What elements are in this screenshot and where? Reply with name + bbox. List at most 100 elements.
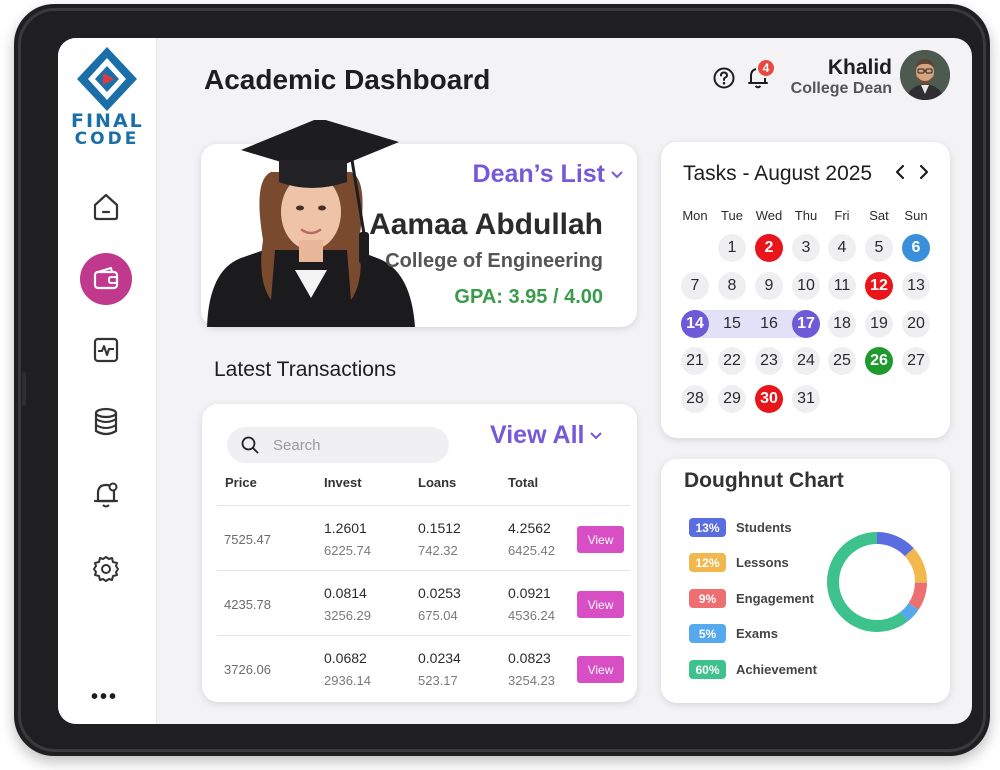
student-gpa: GPA: 3.95 / 4.00 (454, 286, 603, 308)
deans-list-dropdown[interactable]: Dean’s List (473, 160, 623, 189)
view-all-dropdown[interactable]: View All (490, 421, 603, 450)
calendar-day[interactable]: 23 (755, 347, 783, 375)
cell-total: 0.0921 (508, 585, 551, 601)
logo[interactable]: FINAL CODE (71, 46, 143, 148)
chevron-left-icon (895, 164, 905, 180)
calendar-day[interactable]: 27 (902, 347, 930, 375)
calendar-day[interactable]: 8 (718, 272, 746, 300)
calendar-day[interactable]: 1 (718, 234, 746, 262)
table-row: 4235.78 0.0814 3256.29 0.0253 675.04 0.0… (202, 573, 637, 637)
calendar-day[interactable]: 4 (828, 234, 856, 262)
calendar-day[interactable]: 14 (681, 310, 709, 338)
activity-icon (93, 337, 119, 363)
calendar-day[interactable]: 13 (902, 272, 930, 300)
user-role: College Dean (790, 80, 892, 97)
calendar-day[interactable]: 12 (865, 272, 893, 300)
nav-database[interactable] (80, 396, 132, 448)
nav-wallet[interactable] (80, 253, 132, 305)
nav-settings[interactable] (80, 543, 132, 595)
calendar-day[interactable]: 31 (792, 385, 820, 413)
logo-line-1: FINAL (71, 110, 144, 132)
table-divider (217, 635, 630, 636)
calendar-day[interactable]: 7 (681, 272, 709, 300)
cell-loans: 0.0234 (418, 650, 461, 666)
calendar-day[interactable]: 29 (718, 385, 746, 413)
calendar-day[interactable]: 15 (718, 310, 746, 338)
calendar-day[interactable]: 9 (755, 272, 783, 300)
calendar-day[interactable]: 19 (865, 310, 893, 338)
nav-home[interactable] (80, 181, 132, 233)
student-college: College of Engineering (385, 250, 603, 272)
database-icon (94, 407, 118, 436)
help-button[interactable] (713, 67, 735, 94)
nav-activity[interactable] (80, 324, 132, 376)
transactions-title: Latest Transactions (214, 358, 397, 381)
table-divider (217, 570, 630, 571)
logo-icon (77, 47, 137, 111)
calendar-day[interactable]: 20 (902, 310, 930, 338)
doughnut-segment-achievement[interactable] (827, 532, 908, 632)
view-all-label: View All (490, 421, 585, 449)
page-title: Academic Dashboard (204, 64, 491, 95)
calendar-day[interactable]: 6 (902, 234, 930, 262)
cell-loans-sub: 742.32 (418, 543, 458, 558)
view-button[interactable]: View (577, 656, 624, 683)
legend-item: 13% Students (689, 518, 792, 537)
calendar-day[interactable]: 5 (865, 234, 893, 262)
calendar-day[interactable]: 25 (828, 347, 856, 375)
legend-item: 60% Achievement (689, 660, 817, 679)
more-menu-button[interactable]: ••• (91, 686, 118, 709)
avatar-image (900, 50, 950, 100)
calendar-day[interactable]: 18 (828, 310, 856, 338)
cell-loans: 0.1512 (418, 520, 461, 536)
legend-item: 5% Exams (689, 624, 778, 643)
view-button[interactable]: View (577, 591, 624, 618)
cell-total-sub: 4536.24 (508, 608, 555, 623)
cell-total: 4.2562 (508, 520, 551, 536)
student-card: Dean’s List Aamaa Abdullah College of En… (201, 120, 637, 327)
doughnut-card: Doughnut Chart 13% Students 12% Lessons 9% En… (661, 459, 950, 703)
calendar-day[interactable]: 3 (792, 234, 820, 262)
calendar-next-button[interactable] (919, 164, 929, 185)
legend-label: Lessons (736, 555, 789, 570)
legend-percent-badge: 9% (689, 589, 726, 608)
doughnut-segment-engagement[interactable] (908, 582, 927, 610)
calendar-day[interactable]: 21 (681, 347, 709, 375)
table-row: 3726.06 0.0682 2936.14 0.0234 523.17 0.0… (202, 638, 637, 702)
doughnut-segment-exams[interactable] (900, 602, 919, 622)
calendar-day[interactable]: 28 (681, 385, 709, 413)
view-button[interactable]: View (577, 526, 624, 553)
cell-invest: 0.0682 (324, 650, 367, 666)
calendar-day[interactable]: 11 (828, 272, 856, 300)
cell-invest-sub: 2936.14 (324, 673, 371, 688)
cell-price: 7525.47 (224, 532, 271, 547)
table-row: 7525.47 1.2601 6225.74 0.1512 742.32 4.2… (202, 508, 637, 572)
search-input[interactable] (273, 436, 423, 454)
calendar-day[interactable]: 24 (792, 347, 820, 375)
calendar-day[interactable]: 16 (755, 310, 783, 338)
calendar-day[interactable]: 17 (792, 310, 820, 338)
calendar-day[interactable]: 26 (865, 347, 893, 375)
calendar-title: Tasks - August 2025 (683, 162, 873, 185)
nav-notifications[interactable] (80, 469, 132, 521)
calendar-day[interactable]: 10 (792, 272, 820, 300)
logo-line-2: CODE (74, 129, 140, 149)
doughnut-segment-students[interactable] (876, 532, 914, 557)
cell-invest: 1.2601 (324, 520, 367, 536)
calendar-day[interactable]: 30 (755, 385, 783, 413)
cell-loans-sub: 675.04 (418, 608, 458, 623)
search-box[interactable] (227, 427, 449, 463)
doughnut-ring (827, 532, 927, 632)
calendar-card: Tasks - August 2025 Mon Tue Wed Thu Fri Sat Su… (661, 142, 950, 438)
cell-loans-sub: 523.17 (418, 673, 458, 688)
calendar-day[interactable]: 22 (718, 347, 746, 375)
avatar[interactable] (900, 50, 950, 100)
legend-label: Engagement (736, 591, 815, 606)
calendar-prev-button[interactable] (895, 164, 905, 185)
doughnut-segment-lessons[interactable] (904, 548, 927, 583)
doughnut-title: Doughnut Chart (684, 469, 844, 492)
calendar-day[interactable]: 2 (755, 234, 783, 262)
cell-total: 0.0823 (508, 650, 551, 666)
legend-percent-badge: 5% (689, 624, 726, 643)
search-icon (241, 436, 259, 454)
